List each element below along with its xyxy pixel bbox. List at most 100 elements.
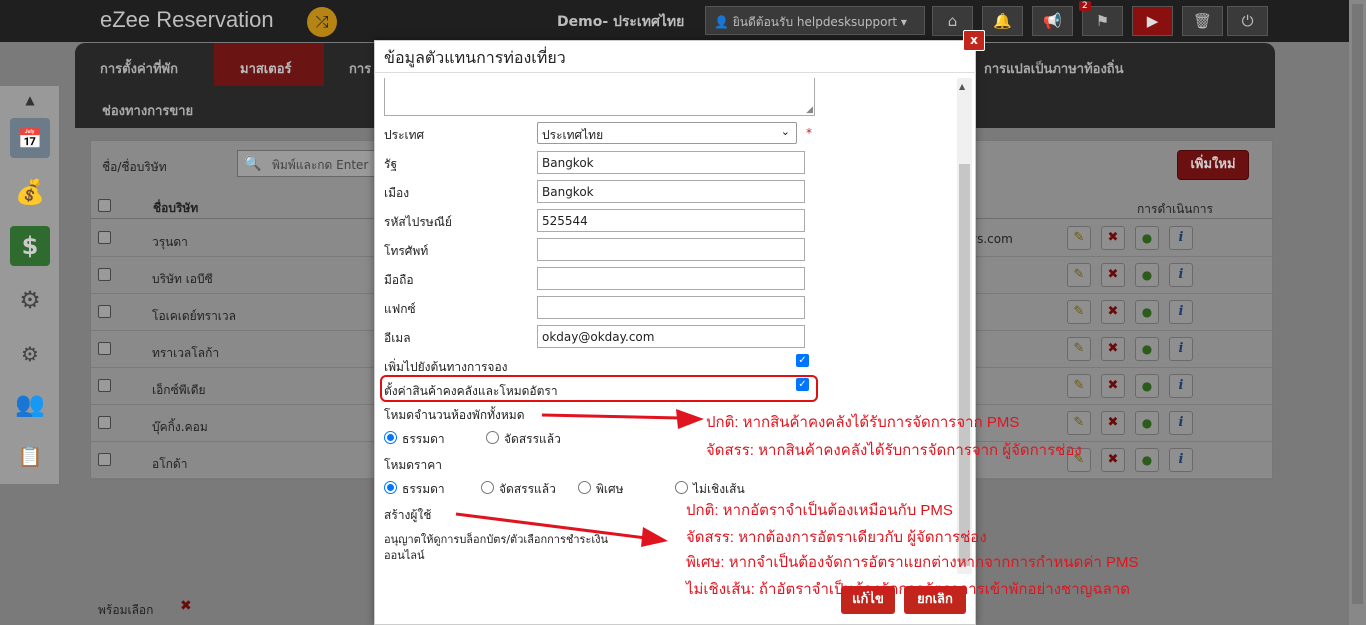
- info-icon[interactable]: i: [1169, 226, 1193, 250]
- annotation-room-allocated: จัดสรร: หากสินค้าคงคลังได้รับการจัดการจา…: [706, 442, 1082, 459]
- column-actions: การดำเนินการ: [1137, 202, 1213, 216]
- clear-icon[interactable]: ✖: [180, 598, 192, 614]
- page-scrollbar[interactable]: [1349, 0, 1366, 625]
- info-icon[interactable]: i: [1169, 374, 1193, 398]
- edit-icon[interactable]: ✎: [1067, 226, 1091, 250]
- list-icon[interactable]: 📋: [10, 436, 50, 476]
- megaphone-icon[interactable]: 📢: [1032, 6, 1073, 36]
- rate-mode-normal-radio[interactable]: [384, 481, 397, 494]
- widget-icon[interactable]: ⚙: [10, 334, 50, 374]
- notification-badge: 2: [1079, 1, 1091, 11]
- room-mode-label: โหมดจำนวนห้องพักทั้งหมด: [384, 408, 525, 422]
- row-checkbox[interactable]: [98, 231, 111, 244]
- info-icon[interactable]: i: [1169, 300, 1193, 324]
- rate-mode-nonlinear-radio[interactable]: [675, 481, 688, 494]
- row-company-name: โอเคเดย์ทราเวล: [152, 309, 236, 323]
- phone-field[interactable]: [537, 238, 805, 261]
- page-scroll-thumb[interactable]: [1352, 4, 1363, 604]
- modal-divider: [374, 72, 976, 73]
- annotation-rate-nonlinear: ไม่เชิงเส้น: ถ้าอัตราจำเป็นต้องจัดการอัต…: [686, 581, 1131, 598]
- rate-mode-special-label: พิเศษ: [596, 482, 624, 496]
- row-checkbox[interactable]: [98, 268, 111, 281]
- allow-block-label-line2: ออนไลน์: [384, 549, 425, 562]
- room-mode-allocated-radio[interactable]: [486, 431, 499, 444]
- delete-icon[interactable]: ✖: [1101, 263, 1125, 287]
- country-select[interactable]: ประเทศไทย ⌄: [537, 122, 797, 144]
- status-dot-icon[interactable]: ●: [1135, 448, 1159, 472]
- nav-property-settings[interactable]: การตั้งค่าที่พัก: [100, 58, 178, 79]
- delete-icon[interactable]: ✖: [1101, 448, 1125, 472]
- email-label: อีเมล: [384, 331, 411, 345]
- address-textarea[interactable]: ◢: [384, 78, 815, 116]
- status-dot-icon[interactable]: ●: [1135, 300, 1159, 324]
- bell-icon[interactable]: 🔔: [982, 6, 1023, 36]
- delete-icon[interactable]: ✖: [1101, 337, 1125, 361]
- calendar-icon[interactable]: 📅: [10, 118, 50, 158]
- state-field[interactable]: Bangkok: [537, 151, 805, 174]
- modal-scroll-thumb[interactable]: [959, 164, 970, 566]
- city-field[interactable]: Bangkok: [537, 180, 805, 203]
- search-icon: 🔍: [244, 156, 262, 172]
- info-icon[interactable]: i: [1169, 448, 1193, 472]
- info-icon[interactable]: i: [1169, 337, 1193, 361]
- status-dot-icon[interactable]: ●: [1135, 263, 1159, 287]
- status-dot-icon[interactable]: ●: [1135, 226, 1159, 250]
- money-bag-icon[interactable]: 💰: [10, 172, 50, 212]
- zip-field[interactable]: 525544: [537, 209, 805, 232]
- annotation-rate-special: พิเศษ: หากจำเป็นต้องจัดการอัตราแยกต่างหา…: [686, 554, 1139, 571]
- row-checkbox[interactable]: [98, 416, 111, 429]
- user-icon: 👤: [714, 15, 733, 29]
- nav-master[interactable]: มาสเตอร์: [240, 58, 291, 79]
- row-checkbox[interactable]: [98, 453, 111, 466]
- close-button[interactable]: x: [963, 30, 985, 51]
- shuffle-icon[interactable]: ⤮: [307, 7, 337, 37]
- dollar-icon[interactable]: $: [10, 226, 50, 266]
- city-label: เมือง: [384, 186, 410, 200]
- room-mode-normal-radio[interactable]: [384, 431, 397, 444]
- mobile-field[interactable]: [537, 267, 805, 290]
- scroll-up-icon[interactable]: ▲: [959, 82, 965, 91]
- nav-localization[interactable]: การแปลเป็นภาษาท้องถิ่น: [984, 58, 1124, 79]
- row-checkbox[interactable]: [98, 305, 111, 318]
- resize-handle-icon[interactable]: ◢: [806, 105, 813, 115]
- edit-icon[interactable]: ✎: [1067, 374, 1091, 398]
- annotation-rate-allocated: จัดสรร: หากต้องการอัตราเดียวกับ ผู้จัดกา…: [686, 529, 987, 546]
- edit-icon[interactable]: ✎: [1067, 411, 1091, 435]
- inventory-checkbox[interactable]: ✓: [796, 378, 809, 391]
- rate-mode-allocated-radio[interactable]: [481, 481, 494, 494]
- select-all-checkbox[interactable]: [98, 199, 111, 212]
- status-dot-icon[interactable]: ●: [1135, 337, 1159, 361]
- nav-sales-channel[interactable]: ช่องทางการขาย: [102, 100, 193, 121]
- rate-mode-special-radio[interactable]: [578, 481, 591, 494]
- rate-mode-allocated-label: จัดสรรแล้ว: [499, 482, 556, 496]
- delete-icon[interactable]: ✖: [1101, 226, 1125, 250]
- youtube-icon[interactable]: ▶: [1132, 6, 1173, 36]
- edit-icon[interactable]: ✎: [1067, 337, 1091, 361]
- gear-icon[interactable]: ⚙: [10, 280, 50, 320]
- edit-icon[interactable]: ✎: [1067, 300, 1091, 324]
- fax-field[interactable]: [537, 296, 805, 319]
- info-icon[interactable]: i: [1169, 263, 1193, 287]
- users-icon[interactable]: 👥: [10, 384, 50, 424]
- add-channel-checkbox[interactable]: ✓: [796, 354, 809, 367]
- logout-icon[interactable]: ⏻: [1227, 6, 1268, 36]
- add-new-button[interactable]: เพิ่มใหม่: [1177, 150, 1249, 180]
- status-dot-icon[interactable]: ●: [1135, 374, 1159, 398]
- row-checkbox[interactable]: [98, 379, 111, 392]
- edit-icon[interactable]: ✎: [1067, 263, 1091, 287]
- nav-item-partial[interactable]: การ: [349, 58, 371, 79]
- user-menu-label: ยินดีต้อนรับ helpdesksupport: [732, 15, 898, 29]
- chevron-down-icon: ⌄: [780, 125, 790, 138]
- modal-scrollbar[interactable]: ▲: [957, 78, 972, 574]
- delete-icon[interactable]: ✖: [1101, 300, 1125, 324]
- sidebar-up-icon[interactable]: ▲: [0, 86, 60, 114]
- email-field[interactable]: okday@okday.com: [537, 325, 805, 348]
- zip-label: รหัสไปรษณีย์: [384, 215, 452, 229]
- user-menu[interactable]: 👤 ยินดีต้อนรับ helpdesksupport ▾: [705, 6, 925, 35]
- row-checkbox[interactable]: [98, 342, 111, 355]
- delete-icon[interactable]: ✖: [1101, 411, 1125, 435]
- trash-icon[interactable]: 🗑: [1182, 6, 1223, 36]
- info-icon[interactable]: i: [1169, 411, 1193, 435]
- delete-icon[interactable]: ✖: [1101, 374, 1125, 398]
- status-dot-icon[interactable]: ●: [1135, 411, 1159, 435]
